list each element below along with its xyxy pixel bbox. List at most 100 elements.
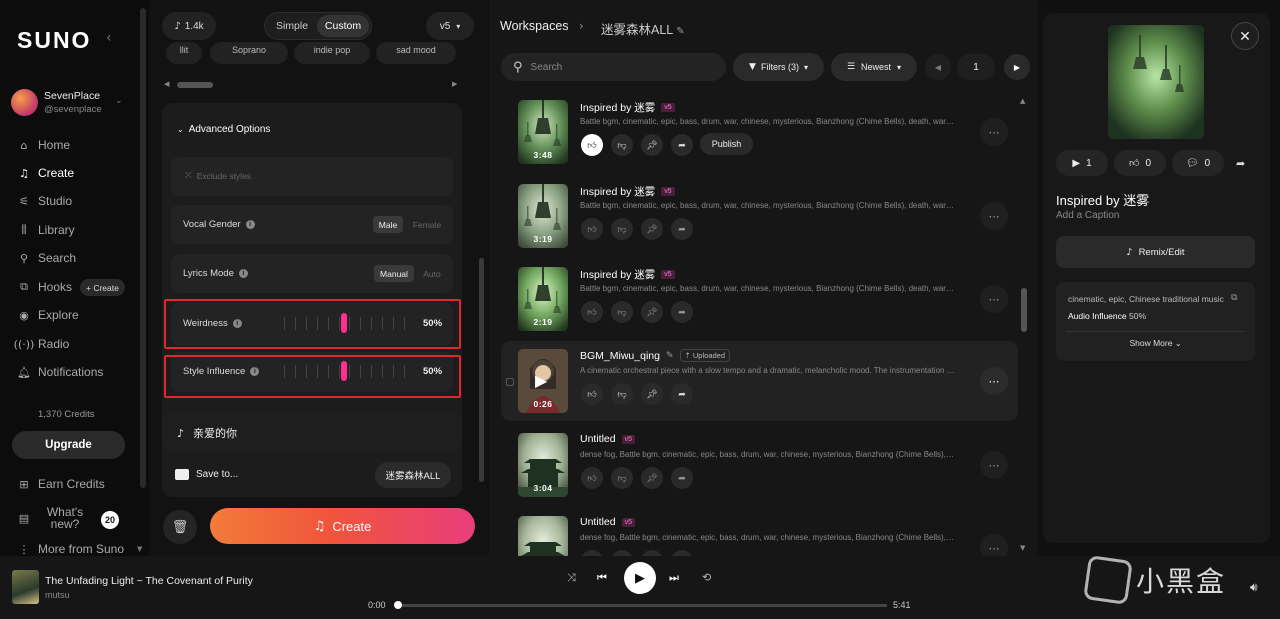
volume-icon[interactable]: 🔊︎ [1250, 580, 1258, 595]
previous-track-icon[interactable]: ⏮︎ [597, 571, 607, 585]
nav-create[interactable]: ♫ Create [18, 165, 74, 181]
share-icon[interactable]: ➦ [671, 218, 693, 240]
avatar[interactable] [11, 89, 38, 116]
nav-home[interactable]: ⌂ Home [18, 137, 71, 153]
sort-select[interactable]: ☰ Newest ▾ [831, 53, 917, 81]
track-cover[interactable]: ▶ 0:26 [518, 349, 568, 413]
track-title[interactable]: Inspired by 迷雾 v5 [580, 100, 675, 115]
track-cover[interactable]: 3:48 [518, 100, 568, 164]
hooks-create-button[interactable]: + Create [80, 279, 125, 296]
nav-studio[interactable]: ⚟ Studio [18, 193, 72, 209]
show-more-button[interactable]: Show More ⌄ [1056, 338, 1255, 348]
pin-icon[interactable]: 📌︎ [641, 218, 663, 240]
track-title[interactable]: BGM_Miwu_qing ✎ ⇡ Uploaded [580, 349, 730, 362]
next-page-icon[interactable]: ▶ [1004, 54, 1030, 80]
track-title[interactable]: Untitled v5 [580, 433, 636, 445]
lyrics-mode-manual[interactable]: Manual [374, 265, 414, 282]
nav-earn-credits[interactable]: ⊞ Earn Credits [18, 476, 104, 492]
exclude-styles-placeholder[interactable]: ⛌ Exclude styles [185, 171, 251, 181]
cover-art[interactable] [1108, 25, 1204, 139]
publish-button[interactable]: Publish [700, 133, 753, 155]
scroll-down-icon[interactable]: ▼ [137, 545, 142, 553]
vocal-gender-male[interactable]: Male [373, 216, 403, 233]
pin-icon[interactable]: 📌︎ [641, 383, 663, 405]
play-icon[interactable]: ▶ [535, 371, 547, 390]
pin-icon[interactable]: 📌︎ [641, 467, 663, 489]
chips-scrollbar[interactable] [177, 82, 213, 88]
track-cover[interactable]: 3:04 [518, 433, 568, 497]
song-title-field[interactable]: ♪ 亲爱的你 [177, 425, 237, 441]
more-options-icon[interactable]: ⋯ [980, 451, 1008, 479]
model-select[interactable]: v5 ▾ [426, 12, 474, 40]
copy-icon[interactable]: ⧉ [1231, 293, 1237, 303]
plays-stat[interactable]: ▶ 1 [1056, 150, 1108, 176]
now-playing-title[interactable]: The Unfading Light ~ The Covenant of Pur… [45, 575, 253, 587]
thumbs-up-icon[interactable]: 👍︎ [581, 383, 603, 405]
share-icon[interactable]: ➦ [1236, 157, 1245, 170]
user-name[interactable]: SevenPlace [44, 90, 100, 102]
suno-logo[interactable]: SUNO [17, 27, 91, 54]
style-chip[interactable]: Soprano [210, 42, 288, 64]
track-row[interactable]: 3:04 Untitled v5 dense fog, Battle bgm, cin… [501, 425, 1018, 505]
nav-library[interactable]: ⫼ Library [18, 222, 74, 238]
scroll-up-icon[interactable]: ▲ [1020, 97, 1025, 105]
share-icon[interactable]: ➦ [671, 134, 693, 156]
comments-stat[interactable]: 💬︎ 0 [1172, 150, 1224, 176]
next-track-icon[interactable]: ⏭︎ [669, 571, 679, 585]
nav-more-from-suno[interactable]: ⋮ More from Suno [18, 541, 125, 557]
track-title[interactable]: Inspired by 迷雾 v5 [580, 267, 675, 282]
create-button[interactable]: ♫ Create [210, 508, 475, 544]
thumbs-up-icon[interactable]: 👍︎ [581, 301, 603, 323]
scroll-right-icon[interactable]: ▶ [452, 80, 457, 88]
add-caption[interactable]: Add a Caption [1056, 210, 1119, 221]
thumbs-down-icon[interactable]: 👎︎ [611, 467, 633, 489]
thumbs-up-icon[interactable]: 👍︎ [581, 218, 603, 240]
nav-notifications[interactable]: 🔔︎ Notifications [17, 364, 103, 380]
more-options-icon[interactable]: ⋯ [980, 202, 1008, 230]
repeat-icon[interactable]: ⟲ [702, 571, 711, 584]
thumbs-down-icon[interactable]: 👎︎ [611, 383, 633, 405]
workspace-scrollbar[interactable] [1021, 288, 1027, 332]
info-icon[interactable]: i [238, 269, 248, 278]
now-playing-artist[interactable]: mutsu [45, 590, 70, 600]
shuffle-icon[interactable]: ⤨ [567, 571, 576, 585]
upgrade-button[interactable]: Upgrade [12, 431, 125, 459]
info-icon[interactable]: i [245, 220, 255, 229]
breadcrumb-current[interactable]: 迷雾森林ALL ✎ [601, 19, 685, 38]
thumbs-up-icon[interactable]: 👍︎ [581, 467, 603, 489]
track-row[interactable]: 3:48 Inspired by 迷雾 v5 Battle bgm, cinemati… [501, 92, 1018, 172]
page-number[interactable]: 1 [957, 54, 995, 80]
prev-page-icon[interactable]: ◀ [925, 54, 951, 80]
more-options-icon[interactable]: ⋯ [980, 118, 1008, 146]
track-title[interactable]: Inspired by 迷雾 v5 [580, 184, 675, 199]
likes-stat[interactable]: 👍︎ 0 [1114, 150, 1166, 176]
mode-simple-tab[interactable]: Simple [270, 15, 314, 37]
pencil-icon[interactable]: ✎ [676, 26, 684, 37]
lyrics-mode-auto[interactable]: Auto [418, 265, 446, 282]
pencil-icon[interactable]: ✎ [666, 351, 674, 361]
progress-handle[interactable] [394, 601, 402, 609]
pin-icon[interactable]: 📌︎ [641, 301, 663, 323]
credits-pill[interactable]: ♪ 1.4k [162, 12, 216, 40]
track-checkbox[interactable] [506, 378, 514, 386]
track-row[interactable]: 3:19 Inspired by 迷雾 v5 Battle bgm, cinemati… [501, 176, 1018, 256]
sidebar-scrollbar[interactable] [140, 8, 146, 488]
more-options-icon[interactable]: ⋯ [980, 367, 1008, 395]
breadcrumb-workspaces[interactable]: Workspaces [500, 19, 569, 33]
play-button[interactable]: ▶ [624, 562, 656, 594]
style-chip-partial[interactable]: llit [166, 42, 202, 64]
thumbs-down-icon[interactable]: 👎︎ [611, 134, 633, 156]
nav-whats-new[interactable]: ▤ What's new? [18, 505, 86, 531]
track-row[interactable]: ▶ 0:26 BGM_Miwu_qing ✎ ⇡ Uploaded A cinematic… [501, 341, 1018, 421]
share-icon[interactable]: ➦ [671, 467, 693, 489]
remix-edit-button[interactable]: ♪ Remix/Edit [1056, 236, 1255, 268]
track-title[interactable]: Untitled v5 [580, 516, 636, 528]
thumbs-down-icon[interactable]: 👎︎ [611, 301, 633, 323]
trash-icon[interactable]: 🗑︎ [163, 510, 197, 544]
pin-icon[interactable]: 📌︎ [641, 134, 663, 156]
track-row[interactable]: 2:19 Inspired by 迷雾 v5 Battle bgm, cinemati… [501, 259, 1018, 339]
nav-explore[interactable]: ◉ Explore [18, 307, 79, 323]
nav-radio[interactable]: ((·)) Radio [14, 336, 70, 352]
more-options-icon[interactable]: ⋯ [980, 285, 1008, 313]
mode-custom-tab[interactable]: Custom [317, 15, 369, 37]
